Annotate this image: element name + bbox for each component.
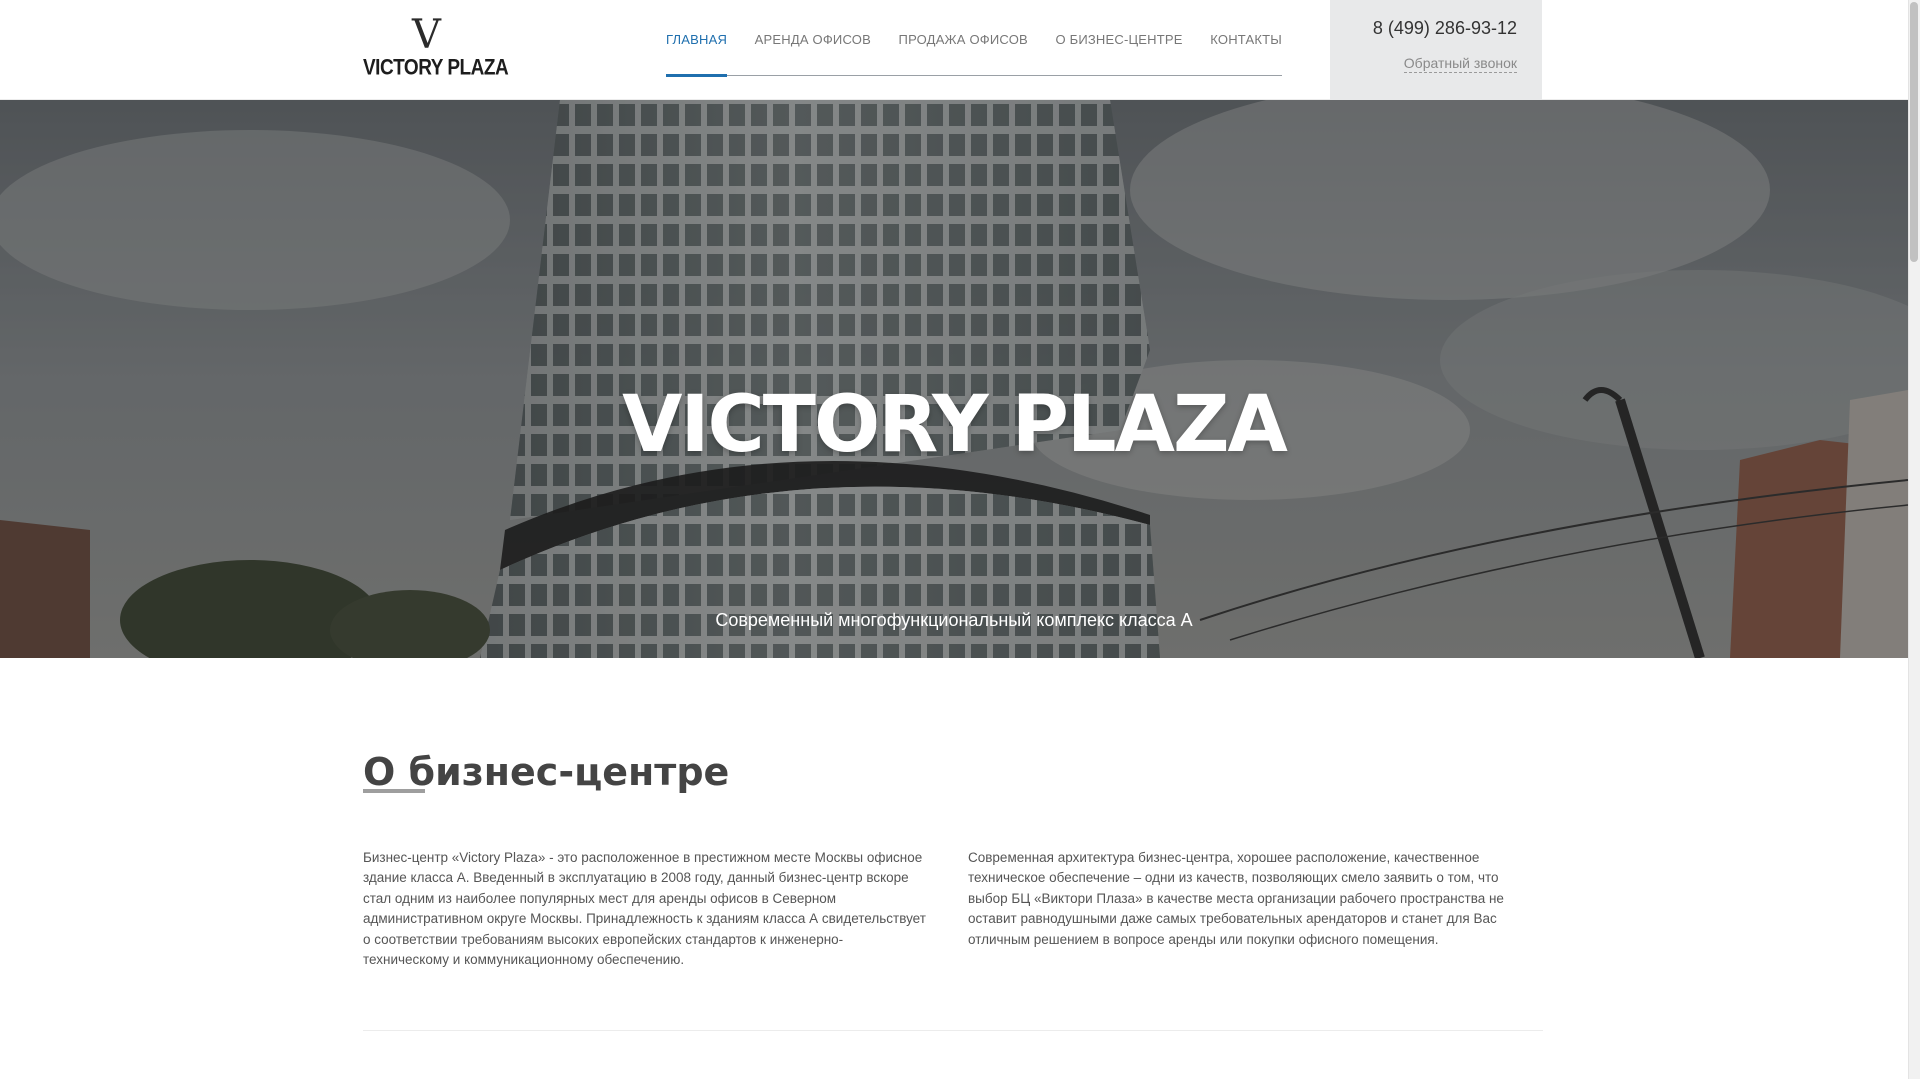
scrollbar-thumb[interactable] — [1910, 2, 1918, 262]
nav-item-about[interactable]: О БИЗНЕС-ЦЕНТРЕ — [1055, 0, 1182, 76]
main-nav: ГЛАВНАЯ АРЕНДА ОФИСОВ ПРОДАЖА ОФИСОВ О Б… — [666, 0, 1282, 77]
nav-item-office-rent[interactable]: АРЕНДА ОФИСОВ — [755, 0, 871, 76]
phone-number[interactable]: 8 (499) 286-93-12 — [1373, 18, 1517, 39]
contact-box: 8 (499) 286-93-12 Обратный звонок — [1330, 0, 1542, 100]
nav-item-home[interactable]: ГЛАВНАЯ — [666, 0, 728, 77]
site-header: V VICTORY PLAZA ГЛАВНАЯ АРЕНДА ОФИСОВ ПР… — [0, 0, 1908, 100]
logo[interactable]: V VICTORY PLAZA — [363, 12, 509, 82]
nav-item-office-sale[interactable]: ПРОДАЖА ОФИСОВ — [899, 0, 1028, 76]
hero-dark-overlay — [0, 100, 1908, 658]
logo-text: VICTORY PLAZA — [363, 56, 509, 81]
logo-mark: V — [412, 12, 441, 58]
hero-subtitle: Современный многофункциональный комплекс… — [715, 610, 1193, 630]
hero-banner: VICTORY PLAZA Современный многофункциона… — [0, 100, 1908, 658]
hero-title: VICTORY PLAZA — [622, 380, 1288, 471]
about-paragraph-left: Бизнес-центр «Victory Plaza» - это распо… — [363, 849, 926, 968]
page: V VICTORY PLAZA ГЛАВНАЯ АРЕНДА ОФИСОВ ПР… — [0, 0, 1920, 1079]
about-paragraph-right: Современная архитектура бизнес-центра, х… — [968, 849, 1504, 947]
section-divider — [363, 1030, 1543, 1031]
page-scrollbar[interactable] — [1908, 0, 1920, 1079]
title-underline — [363, 789, 425, 793]
nav-item-contacts[interactable]: КОНТАКТЫ — [1210, 0, 1282, 76]
about-title: О бизнес-центре — [363, 749, 730, 794]
callback-link[interactable]: Обратный звонок — [1403, 55, 1517, 73]
